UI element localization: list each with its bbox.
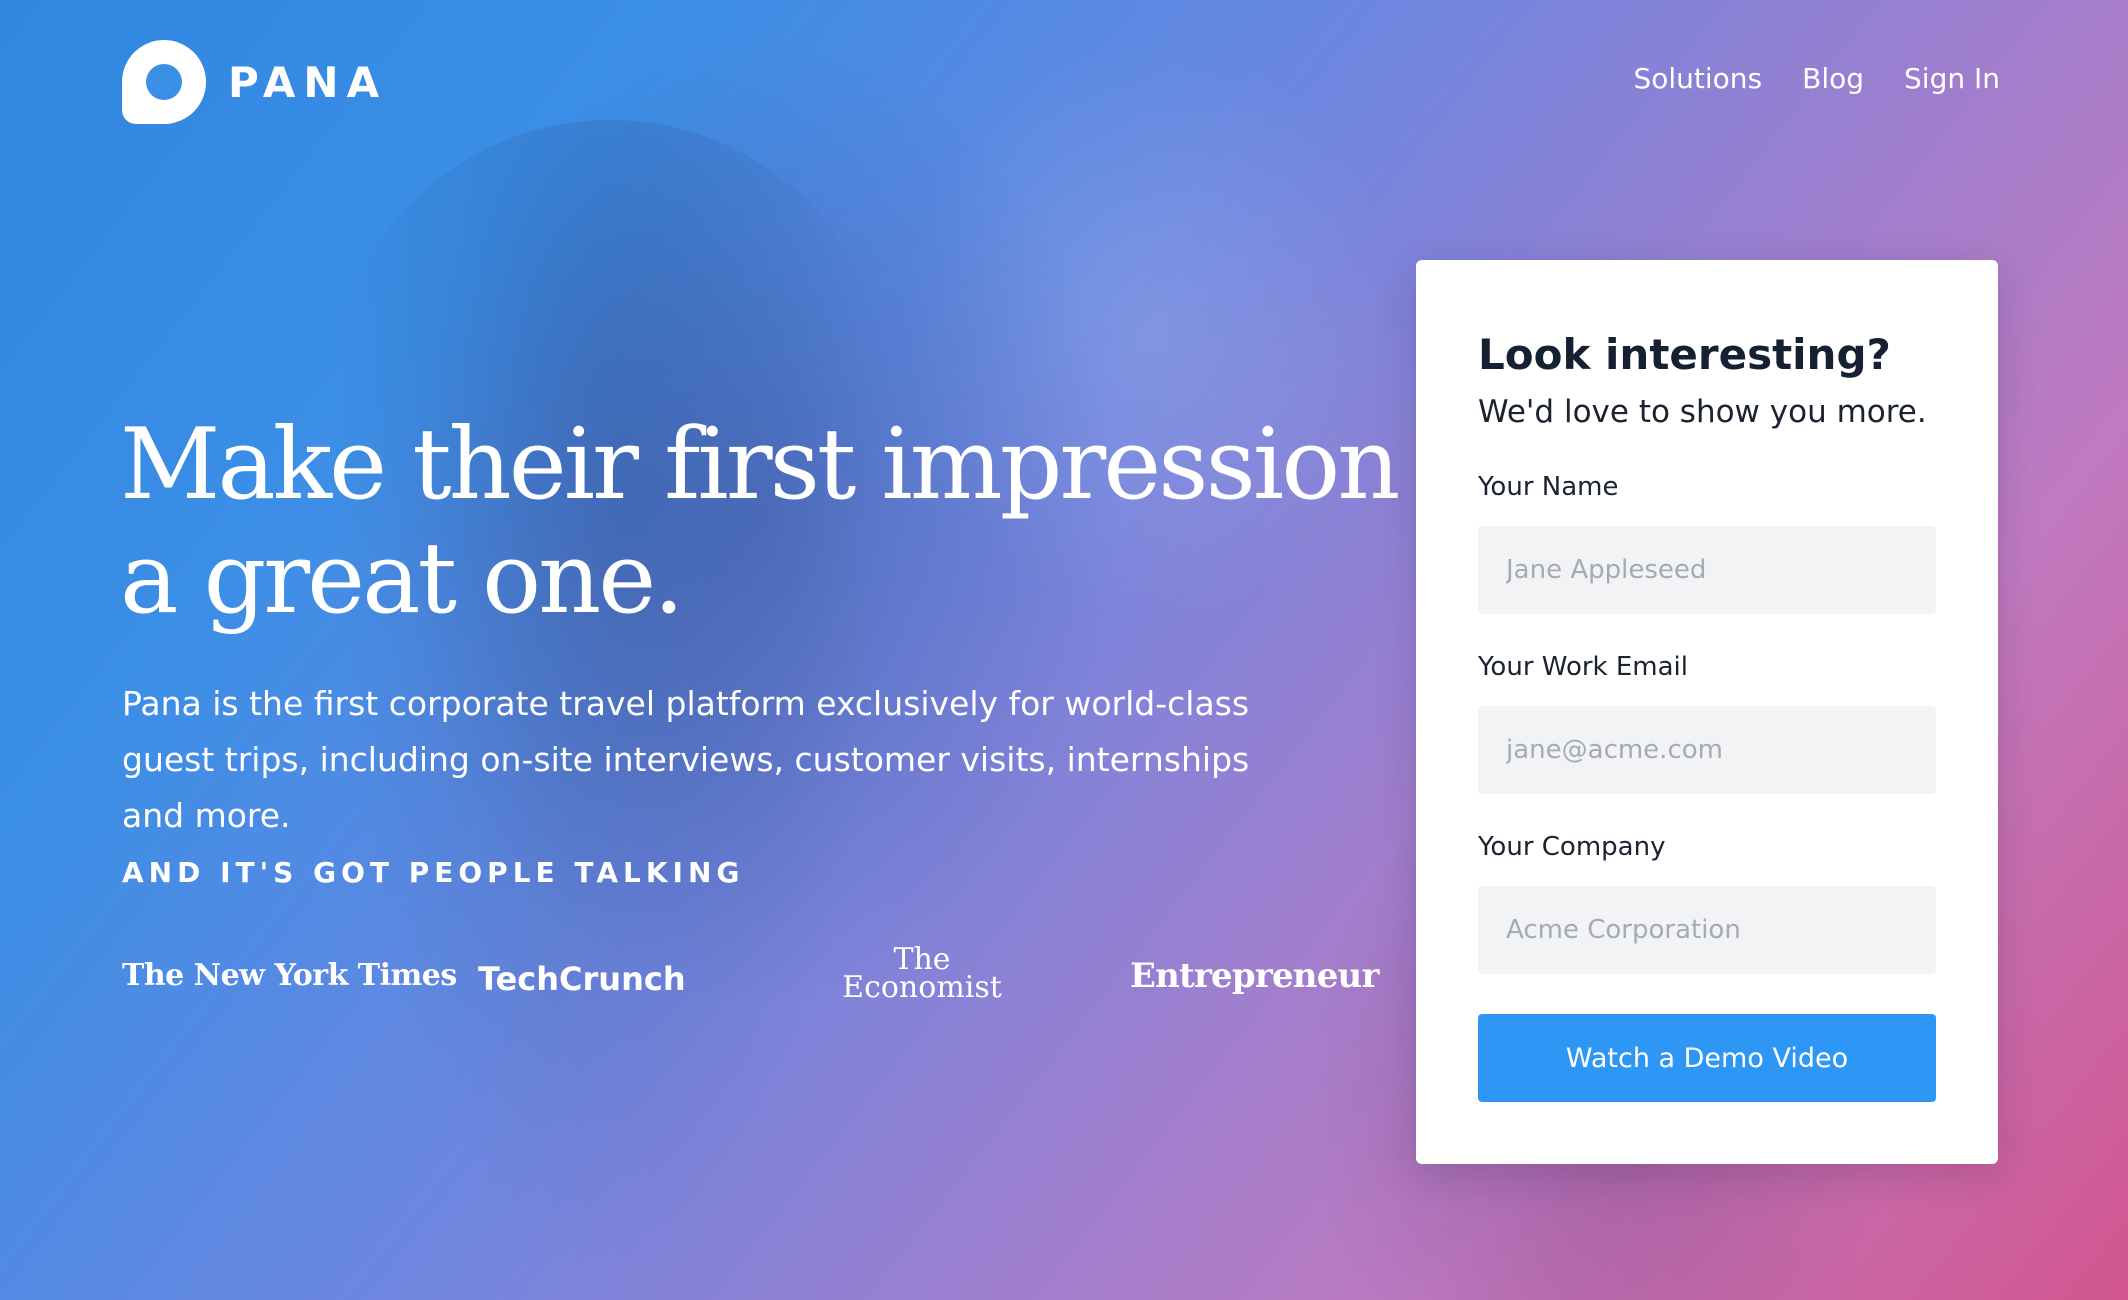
press-logos: The New York Times TechCrunch The Econom… — [122, 945, 1379, 1018]
brand-name: PANA — [228, 57, 388, 107]
hero-subtitle: Pana is the first corporate travel platf… — [122, 684, 1250, 835]
name-label: Your Name — [1478, 472, 1619, 502]
work-email-label: Your Work Email — [1478, 652, 1689, 682]
company-label: Your Company — [1478, 832, 1666, 862]
hero-title: Make their first impression a great one. — [120, 408, 1400, 636]
brand-logo[interactable]: PANA — [122, 40, 387, 124]
watch-demo-button[interactable]: Watch a Demo Video — [1478, 1014, 1936, 1102]
techcrunch-logo: TechCrunch — [478, 960, 686, 998]
press-heading: AND IT'S GOT PEOPLE TALKING — [122, 856, 745, 889]
form-subtitle: We'd love to show you more. — [1478, 394, 1927, 430]
nav-solutions-link[interactable]: Solutions — [1633, 62, 1762, 95]
nyt-logo: The New York Times — [122, 958, 457, 993]
work-email-input[interactable] — [1478, 706, 1936, 794]
pana-logo-icon — [122, 40, 206, 124]
company-input[interactable] — [1478, 886, 1936, 974]
entrepreneur-logo: Entrepreneur — [1130, 956, 1379, 996]
nav-sign-in-link[interactable]: Sign In — [1904, 62, 2000, 95]
economist-logo: The Economist — [812, 945, 1032, 1005]
economist-logo-line-2: Economist — [842, 970, 1002, 1005]
top-nav: Solutions Blog Sign In — [1633, 62, 2000, 95]
nav-blog-link[interactable]: Blog — [1802, 62, 1864, 95]
demo-request-form: Look interesting? We'd love to show you … — [1416, 260, 1998, 1164]
hero-title-line-1: Make their first impression — [120, 408, 1400, 522]
hero-title-line-2: a great one. — [120, 522, 684, 636]
name-input[interactable] — [1478, 526, 1936, 614]
form-title: Look interesting? — [1478, 330, 1891, 379]
